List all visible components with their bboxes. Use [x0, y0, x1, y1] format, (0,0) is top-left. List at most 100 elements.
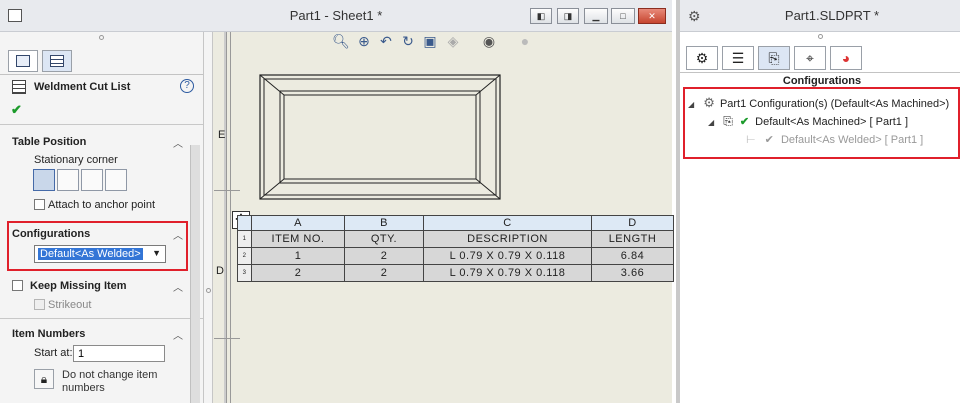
table-cell[interactable]: 1 — [251, 247, 345, 265]
row-number[interactable]: 3 — [237, 264, 252, 282]
scrollbar[interactable] — [190, 145, 200, 403]
help-icon[interactable]: ? — [180, 79, 194, 93]
splitter-grip-icon[interactable] — [206, 288, 211, 293]
col-letter[interactable]: C — [423, 215, 592, 231]
corner-top-right-button[interactable] — [57, 169, 79, 191]
collapse-chevron-icon[interactable]: ︿ — [173, 135, 183, 150]
rotate-view-icon[interactable]: ↻ — [399, 32, 417, 50]
zone-tick — [214, 338, 240, 339]
divider — [0, 74, 207, 75]
header-cell[interactable]: LENGTH — [591, 230, 674, 248]
tree-item-as-machined[interactable]: ◢ ⎘ ✔ Default<As Machined> [ Part1 ] — [708, 114, 908, 129]
inactive-check-icon: ✔ — [764, 134, 774, 146]
divider — [680, 72, 960, 73]
derived-config-icon: ⊢ — [746, 134, 756, 146]
attach-anchor-checkbox[interactable] — [34, 199, 45, 210]
tree-root-label: Part1 Configuration(s) (Default<As Machi… — [719, 98, 950, 110]
zoom-to-fit-icon[interactable]: 🔍︎ — [332, 32, 350, 50]
previous-view-icon[interactable]: ↶ — [377, 32, 395, 50]
table-cell[interactable]: L 0.79 X 0.79 X 0.118 — [423, 247, 592, 265]
table-cell[interactable]: L 0.79 X 0.79 X 0.118 — [423, 264, 592, 282]
col-letter[interactable]: A — [251, 215, 345, 231]
section-view-icon[interactable]: ▣ — [421, 32, 439, 50]
part-configuration-panel: ⚙︎ Part1.SLDPRT * ⚙︎ ☰ ⎘ ⌖ ◕ Configurati… — [676, 0, 960, 403]
zone-tick — [214, 190, 240, 191]
table-row: 3 2 2 L 0.79 X 0.79 X 0.118 3.66 — [237, 264, 674, 282]
part-title-bar: ⚙︎ Part1.SLDPRT * — [680, 0, 960, 32]
table-position-heading: Table Position — [12, 136, 87, 148]
start-at-input[interactable] — [73, 345, 165, 362]
property-list-icon — [50, 55, 64, 67]
keep-missing-item-checkbox[interactable] — [12, 280, 23, 291]
tab-dimxpert-manager[interactable]: ⌖ — [794, 46, 826, 70]
property-manager-panel: Weldment Cut List ? ✔ Table Position ︿ S… — [0, 32, 207, 403]
row-number[interactable]: 1 — [237, 230, 252, 248]
start-at-label: Start at: — [34, 347, 73, 359]
minimize-button[interactable]: ▁ — [584, 8, 608, 24]
configuration-tree-icon: ⎘ — [768, 50, 780, 66]
tab-feature-tree[interactable]: ⚙︎ — [686, 46, 718, 70]
collapse-chevron-icon[interactable]: ︿ — [173, 327, 183, 342]
tile-left-icon[interactable]: ◧ — [530, 8, 552, 24]
keep-missing-item-heading: Keep Missing Item — [30, 280, 127, 292]
frame-drawing-view[interactable] — [259, 74, 503, 202]
color-wheel-icon: ◕ — [841, 50, 851, 66]
drawing-title-bar: Part1 - Sheet1 * ◧ ◨ ▁ □ ✕ — [0, 0, 672, 32]
table-cell[interactable]: 2 — [251, 264, 345, 282]
table-cell[interactable]: 2 — [344, 264, 424, 282]
header-cell[interactable]: DESCRIPTION — [423, 230, 592, 248]
divider — [0, 318, 207, 319]
row-number[interactable]: 2 — [237, 247, 252, 265]
tree-item-as-welded[interactable]: ⊢ ✔ Default<As Welded> [ Part1 ] — [746, 133, 923, 146]
stationary-corner-label: Stationary corner — [34, 154, 118, 166]
tab-configuration-manager[interactable]: ⎘ — [758, 46, 790, 70]
expand-arrow-icon[interactable]: ◢ — [688, 100, 694, 109]
panel-grip-icon[interactable] — [99, 35, 104, 40]
table-cell[interactable]: 2 — [344, 247, 424, 265]
table-cell[interactable]: 6.84 — [591, 247, 674, 265]
display-style-icon[interactable]: ◈ — [444, 32, 462, 50]
table-row: 2 1 2 L 0.79 X 0.79 X 0.118 6.84 — [237, 247, 674, 265]
tab-property-manager[interactable] — [42, 50, 72, 72]
splitter[interactable] — [203, 32, 213, 403]
corner-top-left-button[interactable] — [33, 169, 55, 191]
configurations-section-label: Configurations — [782, 75, 862, 87]
ok-check-icon[interactable]: ✔ — [11, 102, 22, 118]
tab-property-manager[interactable]: ☰ — [722, 46, 754, 70]
collapse-chevron-icon[interactable]: ︿ — [173, 279, 183, 294]
chevron-down-icon[interactable]: ▼ — [152, 248, 161, 258]
header-cell[interactable]: ITEM NO. — [251, 230, 345, 248]
sheet-border — [224, 32, 227, 403]
configuration-select[interactable]: Default<As Welded> ▼ — [34, 245, 166, 263]
tab-display-manager[interactable]: ◕ — [830, 46, 862, 70]
col-letter[interactable]: B — [344, 215, 424, 231]
item-numbers-heading: Item Numbers — [12, 328, 86, 340]
weldment-cut-list-icon — [12, 80, 26, 94]
close-button[interactable]: ✕ — [638, 8, 666, 24]
tree-item-label: Default<As Welded> [ Part1 ] — [780, 134, 924, 146]
tab-feature-manager[interactable] — [8, 50, 38, 72]
corner-bottom-right-button[interactable] — [105, 169, 127, 191]
table-cell[interactable]: 3.66 — [591, 264, 674, 282]
part-configurations-icon: ⚙︎ — [703, 95, 715, 110]
expand-arrow-icon[interactable]: ◢ — [708, 118, 714, 127]
property-list-icon: ☰ — [731, 50, 745, 66]
column-letter-row: A B C D — [237, 215, 674, 231]
collapse-chevron-icon[interactable]: ︿ — [173, 227, 183, 242]
cut-list-table[interactable]: A B C D 1 ITEM NO. QTY. DESCRIPTION LENG… — [237, 215, 674, 282]
corner-bottom-left-button[interactable] — [81, 169, 103, 191]
strikeout-checkbox[interactable] — [34, 299, 45, 310]
tree-root[interactable]: ◢ ⚙︎ Part1 Configuration(s) (Default<As … — [688, 95, 949, 111]
part-window-title: Part1.SLDPRT * — [784, 8, 880, 23]
panel-grip-icon[interactable] — [818, 34, 823, 39]
zoom-to-area-icon[interactable]: ⊕ — [355, 32, 373, 50]
crosshair-icon: ⌖ — [806, 50, 814, 66]
tile-right-icon[interactable]: ◨ — [557, 8, 579, 24]
hide-show-icon[interactable]: ◉ — [480, 32, 498, 50]
active-check-icon: ✔ — [739, 116, 750, 128]
header-cell[interactable]: QTY. — [344, 230, 424, 248]
maximize-button[interactable]: □ — [611, 8, 635, 24]
appearance-icon[interactable]: ● — [516, 32, 534, 50]
lock-icon[interactable]: 🔒︎ — [34, 369, 54, 389]
col-letter[interactable]: D — [591, 215, 674, 231]
